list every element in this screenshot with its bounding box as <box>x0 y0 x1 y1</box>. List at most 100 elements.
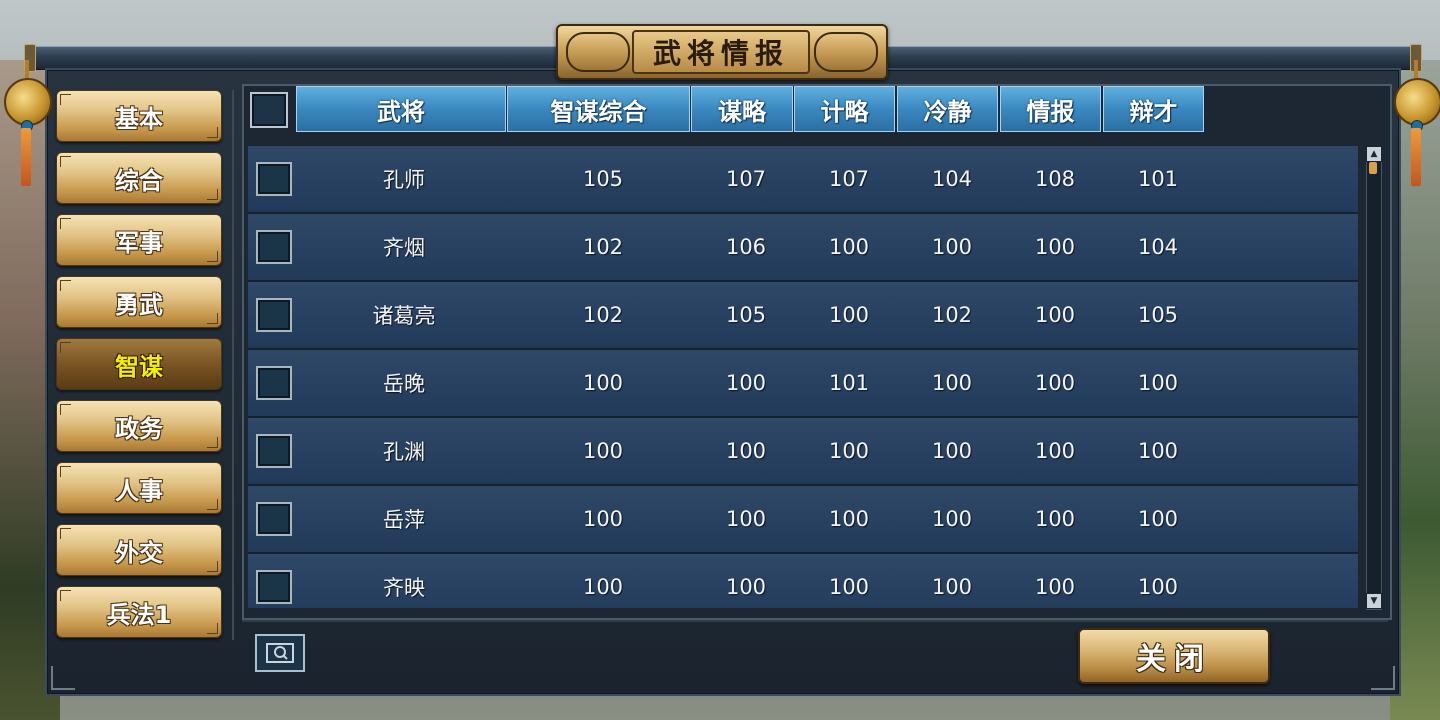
close-button-label: 关闭 <box>1136 642 1212 677</box>
table-row[interactable]: 岳晚 100 100 101 100 100 100 <box>248 350 1358 418</box>
cell-col-scheme: 100 <box>828 439 870 463</box>
header-col-eloquence[interactable]: 辩才 <box>1103 86 1204 132</box>
menu-item-label: 兵法1 <box>106 600 172 629</box>
scroll-up-icon[interactable]: ▲ <box>1366 146 1382 162</box>
row-checkbox[interactable] <box>256 570 292 604</box>
select-all-checkbox[interactable] <box>250 92 288 128</box>
corner-ornament <box>207 499 218 510</box>
cell-col-intel: 100 <box>1034 507 1076 531</box>
cell-col-strategy: 107 <box>725 167 767 191</box>
menu-item-8[interactable]: 兵法1 <box>56 586 222 638</box>
table-row[interactable]: 孔师 105 107 107 104 108 101 <box>248 146 1358 214</box>
menu-item-label: 基本 <box>115 104 163 133</box>
corner-ornament <box>60 218 71 229</box>
cell-general-name: 岳萍 <box>383 508 425 532</box>
table-row[interactable]: 孔渊 100 100 100 100 100 100 <box>248 418 1358 486</box>
corner-ornament <box>207 561 218 572</box>
cell-col-eloquence: 105 <box>1137 303 1179 327</box>
corner-ornament <box>60 528 71 539</box>
row-checkbox[interactable] <box>256 502 292 536</box>
table-row[interactable]: 岳萍 100 100 100 100 100 100 <box>248 486 1358 554</box>
header-label: 辩才 <box>1129 97 1178 126</box>
cord <box>25 60 29 80</box>
header-col-strategy[interactable]: 谋略 <box>691 86 793 132</box>
corner-ornament <box>60 404 71 415</box>
header-col-intel[interactable]: 情报 <box>1000 86 1101 132</box>
row-checkbox[interactable] <box>256 366 292 400</box>
menu-item-3[interactable]: 勇武 <box>56 276 222 328</box>
cloud-ornament-icon <box>814 32 878 72</box>
divider <box>242 620 1388 622</box>
header-col-intellect-total[interactable]: 智谋综合 <box>507 86 690 132</box>
header-label: 计略 <box>820 97 869 126</box>
corner-ornament <box>207 437 218 448</box>
cord <box>1414 60 1418 80</box>
cell-col-strategy: 100 <box>725 507 767 531</box>
corner-ornament <box>51 666 75 690</box>
medallion-right <box>1394 78 1440 126</box>
category-menu: 基本综合军事勇武智谋政务人事外交兵法1 <box>56 90 222 648</box>
page-title: 武将情报 <box>652 37 789 70</box>
header-label: 谋略 <box>718 97 766 126</box>
menu-item-4[interactable]: 智谋 <box>56 338 222 390</box>
cell-col-intel: 100 <box>1034 235 1076 259</box>
corner-ornament <box>207 127 218 138</box>
row-checkbox[interactable] <box>256 298 292 332</box>
tassel-left <box>21 128 31 186</box>
header-col-calm[interactable]: 冷静 <box>897 86 998 132</box>
menu-item-1[interactable]: 综合 <box>56 152 222 204</box>
menu-item-label: 军事 <box>115 228 163 257</box>
title-plaque: 武将情报 <box>556 24 888 80</box>
cell-col-calm: 100 <box>931 507 973 531</box>
scrollbar-track[interactable] <box>1366 146 1382 610</box>
medallion-left <box>4 78 52 126</box>
corner-ornament <box>60 590 71 601</box>
header-col-general[interactable]: 武将 <box>296 86 506 132</box>
row-checkbox[interactable] <box>256 230 292 264</box>
cell-col-strategy: 106 <box>725 235 767 259</box>
row-checkbox[interactable] <box>256 434 292 468</box>
cell-col-strategy: 100 <box>725 575 767 599</box>
search-button[interactable] <box>255 634 305 672</box>
cell-col-intellect-total: 105 <box>582 167 624 191</box>
close-button[interactable]: 关闭 <box>1078 628 1270 684</box>
cell-col-calm: 100 <box>931 439 973 463</box>
cell-col-calm: 102 <box>931 303 973 327</box>
cell-col-calm: 104 <box>931 167 973 191</box>
cell-general-name: 岳晚 <box>383 372 425 396</box>
cell-col-eloquence: 104 <box>1137 235 1179 259</box>
menu-item-6[interactable]: 人事 <box>56 462 222 514</box>
cell-col-strategy: 100 <box>725 371 767 395</box>
menu-item-label: 人事 <box>115 476 163 505</box>
menu-item-label: 综合 <box>115 166 163 195</box>
corner-ornament <box>60 94 71 105</box>
corner-ornament <box>207 313 218 324</box>
cell-col-eloquence: 100 <box>1137 575 1179 599</box>
table-body: 孔师 105 107 107 104 108 101 齐烟 102 106 100 100 100 104… <box>248 146 1358 608</box>
cell-col-intellect-total: 100 <box>582 575 624 599</box>
scroll-down-icon[interactable]: ▼ <box>1366 593 1382 609</box>
menu-item-label: 勇武 <box>115 290 163 319</box>
cell-general-name: 孔渊 <box>383 440 425 464</box>
table-row[interactable]: 齐映 100 100 100 100 100 100 <box>248 554 1358 608</box>
table-row[interactable]: 齐烟 102 106 100 100 100 104 <box>248 214 1358 282</box>
corner-ornament <box>60 156 71 167</box>
cell-col-intel: 100 <box>1034 439 1076 463</box>
cell-col-scheme: 100 <box>828 303 870 327</box>
menu-item-2[interactable]: 军事 <box>56 214 222 266</box>
scrollbar-thumb[interactable] <box>1369 162 1377 174</box>
cell-col-scheme: 107 <box>828 167 870 191</box>
cloud-ornament-icon <box>566 32 630 72</box>
cell-col-eloquence: 100 <box>1137 439 1179 463</box>
cell-col-intel: 108 <box>1034 167 1076 191</box>
menu-item-5[interactable]: 政务 <box>56 400 222 452</box>
cell-general-name: 齐烟 <box>383 236 425 260</box>
header-col-scheme[interactable]: 计略 <box>794 86 895 132</box>
table-row[interactable]: 诸葛亮 102 105 100 102 100 105 <box>248 282 1358 350</box>
cell-col-intellect-total: 100 <box>582 507 624 531</box>
menu-item-0[interactable]: 基本 <box>56 90 222 142</box>
cell-col-calm: 100 <box>931 371 973 395</box>
cell-general-name: 齐映 <box>383 576 425 600</box>
row-checkbox[interactable] <box>256 162 292 196</box>
menu-item-7[interactable]: 外交 <box>56 524 222 576</box>
